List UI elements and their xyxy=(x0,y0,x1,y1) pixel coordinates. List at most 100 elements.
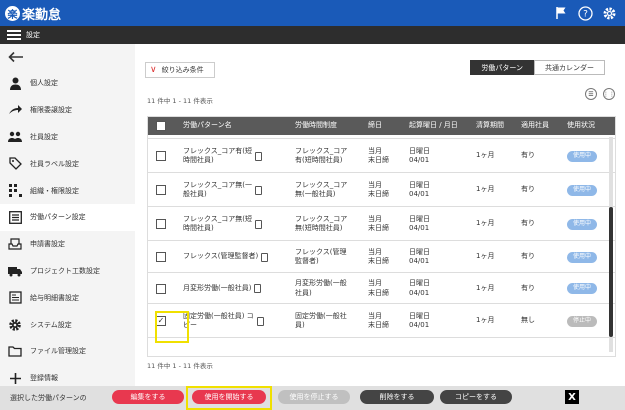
copy-icon[interactable] xyxy=(255,151,263,161)
sidebar-item[interactable]: 労働パターン設定 xyxy=(0,203,135,231)
grid-view-icon[interactable]: ⋮⋮ xyxy=(603,88,615,100)
sidebar-item-label: 個人設定 xyxy=(30,79,58,88)
stop-use-button[interactable]: 使用を停止する xyxy=(278,390,350,404)
settlement-period: 1ヶ月 xyxy=(476,283,495,292)
close-icon[interactable]: X xyxy=(565,390,579,404)
list-view-icon[interactable]: ☰ xyxy=(585,88,597,100)
settlement-period: 1ヶ月 xyxy=(476,219,495,228)
sidebar-item[interactable]: 社員設定 xyxy=(0,124,135,151)
work-system-line: 無(短時間社員) xyxy=(295,224,343,232)
col-settlement-period[interactable]: 清算期間 xyxy=(471,117,504,135)
row-checkbox[interactable] xyxy=(156,151,166,161)
copy-icon[interactable] xyxy=(254,284,262,293)
work-system: フレックス(管理 監督者) xyxy=(290,241,347,273)
copy-icon[interactable] xyxy=(261,252,269,262)
start-day: 日曜日 04/01 xyxy=(404,304,430,338)
sidebar-item[interactable]: 申請書設定 xyxy=(0,231,135,258)
start-day-line: 04/01 xyxy=(409,321,430,329)
main-panel: ∨ 絞り込み条件 労働パターン 共通カレンダー 11 件中 1 - 11 件表示… xyxy=(135,44,625,386)
pattern-name: フレックス(管理監督者) xyxy=(178,241,278,273)
sidebar-item[interactable]: 権限委譲設定 xyxy=(0,97,135,124)
pattern-name-line: ピー xyxy=(183,321,197,329)
tab-common-calendar[interactable]: 共通カレンダー xyxy=(534,60,605,75)
closing-day: 当月 末日締 xyxy=(363,304,389,338)
back-arrow-icon[interactable] xyxy=(0,44,135,70)
top-header: 楽 楽勤怠 ? xyxy=(0,0,625,26)
closing-day-line: 当月 xyxy=(368,214,382,223)
sidebar-item[interactable]: 個人設定 xyxy=(0,70,135,97)
start-day-line: 日曜日 xyxy=(409,311,430,320)
table-row[interactable]: ✓ 固定労働(一般社員) コピー 固定労働(一般社 員) 当月 末日締 日曜日 04/01 1ヶ… xyxy=(148,304,615,338)
work-system-line: フレックス_コア xyxy=(295,214,348,223)
filter-label: 絞り込み条件 xyxy=(161,66,204,74)
row-checkbox[interactable] xyxy=(156,219,166,229)
closing-day-line: 当月 xyxy=(368,279,382,288)
row-checkbox[interactable] xyxy=(156,252,166,262)
settlement-period: 1ヶ月 xyxy=(476,151,495,160)
sidebar-item[interactable]: プロジェクト工数設定 xyxy=(0,258,135,285)
action-bar: 選択した労働パターンの 編集をする 使用を開始する 使用を停止する 削除をする … xyxy=(0,386,625,410)
action-bar-label: 選択した労働パターンの xyxy=(10,394,87,402)
row-checkbox[interactable] xyxy=(156,185,166,195)
logo-mark: 楽 xyxy=(5,5,20,21)
tag-icon xyxy=(8,157,22,171)
help-icon[interactable]: ? xyxy=(577,5,593,21)
delete-button[interactable]: 削除をする xyxy=(360,390,434,404)
settlement-period: 1ヶ月 xyxy=(476,252,495,261)
applied-staff: 無し xyxy=(521,316,535,325)
sidebar-item[interactable]: ファイル管理設定 xyxy=(0,338,135,365)
sidebar-item-label: プロジェクト工数設定 xyxy=(30,266,100,275)
table-row[interactable]: フレックス_コア無(短 時間社員) フレックス_コア 無(短時間社員) 当月 末日締 日曜日… xyxy=(148,207,615,241)
sidebar-item[interactable]: 給与明細書設定 xyxy=(0,284,135,311)
menu-icon[interactable] xyxy=(7,28,21,42)
closing-day-line: 当月 xyxy=(368,146,382,155)
table-row[interactable]: フレックス_コア有(短 時間社員) フレックス_コア 有(短時間社員) 当月 末日締 日曜日… xyxy=(148,139,615,173)
flag-icon[interactable] xyxy=(553,5,569,21)
closing-day-line: 末日締 xyxy=(368,321,389,329)
gear-icon[interactable] xyxy=(601,5,617,21)
settings-bar: 設定 xyxy=(0,26,625,44)
edit-button[interactable]: 編集をする xyxy=(112,390,184,404)
sidebar-item-label: システム設定 xyxy=(30,320,72,329)
col-applied-staff[interactable]: 適用社員 xyxy=(516,117,549,135)
closing-day-line: 末日締 xyxy=(368,288,389,297)
copy-icon[interactable] xyxy=(255,219,263,229)
start-use-button[interactable]: 使用を開始する xyxy=(192,390,266,404)
app-logo[interactable]: 楽 楽勤怠 xyxy=(5,4,61,23)
highlight-checkbox xyxy=(155,311,189,343)
select-all-checkbox[interactable] xyxy=(156,121,166,131)
work-system-line: 監督者) xyxy=(295,257,319,265)
col-start-day[interactable]: 起算曜日 / 月日 xyxy=(404,117,458,135)
sidebar: 個人設定権限委譲設定 社員設定 社員ラベル設定 組織・権限設定 労働パターン設定申請書設… xyxy=(0,44,135,386)
copy-icon[interactable] xyxy=(255,185,263,195)
tab-work-pattern[interactable]: 労働パターン xyxy=(470,60,534,75)
table-row[interactable]: フレックス_コア無(一 般社員) フレックス_コア 無(一般社員) 当月 末日締 日曜日 04… xyxy=(148,173,615,207)
closing-day-line: 当月 xyxy=(368,247,382,256)
pattern-name-line: 時間社員) xyxy=(183,224,214,232)
table-scrollbar[interactable] xyxy=(609,137,613,352)
sidebar-item[interactable]: 組織・権限設定 xyxy=(0,177,135,204)
sidebar-item[interactable]: 社員ラベル設定 xyxy=(0,150,135,177)
status-badge: 使用中 xyxy=(567,218,597,230)
closing-day: 当月 末日締 xyxy=(363,173,389,207)
sidebar-item-label: ファイル管理設定 xyxy=(30,347,86,356)
copy-button[interactable]: コピーをする xyxy=(440,390,512,404)
table-row[interactable]: フレックス(管理監督者) フレックス(管理 監督者) 当月 末日締 日曜日 04/01 1ヶ月… xyxy=(148,241,615,273)
work-system: フレックス_コア 無(短時間社員) xyxy=(290,207,347,241)
pattern-name-line: フレックス_コア有(短 xyxy=(183,146,253,155)
sidebar-item-label: 申請書設定 xyxy=(30,240,65,249)
edit-icon[interactable] xyxy=(256,316,264,326)
col-closing-day[interactable]: 締日 xyxy=(363,117,382,135)
pattern-name-line: 月変形労働(一般社員) xyxy=(183,283,252,292)
filter-button[interactable]: ∨ 絞り込み条件 xyxy=(145,62,215,78)
sidebar-item[interactable]: システム設定 xyxy=(0,311,135,338)
status-badge: 使用中 xyxy=(567,184,597,196)
table-row[interactable]: 月変形労働(一般社員) 月変形労働(一般 社員) 当月 末日締 日曜日 04/01 1ヶ月 有り… xyxy=(148,273,615,304)
col-usage-status[interactable]: 使用状況 xyxy=(562,117,595,135)
sidebar-item-label: 給与明細書設定 xyxy=(30,293,79,302)
row-checkbox[interactable] xyxy=(156,283,166,294)
org-tree-icon xyxy=(8,184,22,198)
col-work-system[interactable]: 労働時間制度 xyxy=(290,117,337,135)
col-pattern-name[interactable]: 労働パターン名 xyxy=(178,117,232,135)
sidebar-item[interactable]: 登録情報 xyxy=(0,365,135,386)
